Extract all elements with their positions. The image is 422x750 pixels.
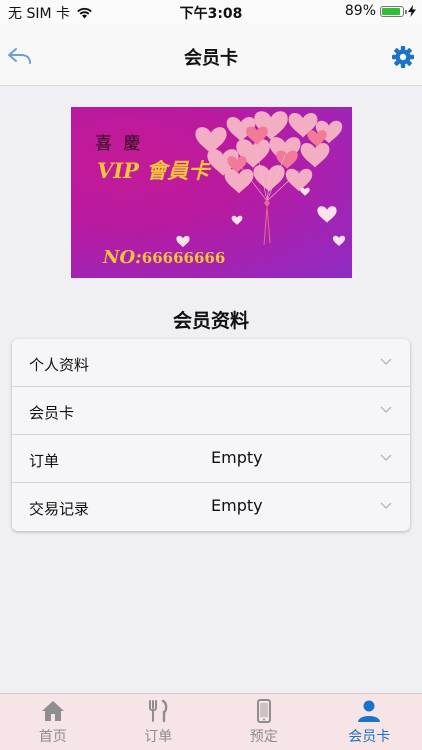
fork-knife-icon	[149, 699, 168, 723]
chevron-down-icon	[380, 502, 392, 509]
card-number: NO:66666666	[103, 247, 225, 268]
card-number-value: 66666666	[141, 249, 226, 267]
tab-reserve[interactable]: 预定	[211, 694, 317, 750]
section-title: 会员资料	[172, 310, 249, 332]
status-bar: 无 SIM 卡 下午3:08 89%	[0, 0, 422, 24]
tab-label: 会员卡	[348, 729, 391, 745]
page-title: 会员卡	[184, 48, 238, 69]
list-item-profile[interactable]: 个人资料	[12, 339, 410, 387]
list-item-member-card[interactable]: 会员卡	[12, 387, 410, 435]
charging-icon	[408, 5, 416, 17]
member-info-list: 个人资料 会员卡 订单 Empty 交易记录 Empty	[12, 339, 410, 531]
list-item-orders[interactable]: 订单 Empty	[12, 435, 410, 483]
chevron-down-icon	[380, 454, 392, 461]
row-label: 个人资料	[29, 356, 90, 374]
tab-label: 订单	[144, 729, 173, 745]
row-label: 会员卡	[29, 404, 75, 422]
tab-home[interactable]: 首页	[0, 694, 106, 750]
battery-icon	[380, 5, 407, 17]
list-item-transactions[interactable]: 交易记录 Empty	[12, 483, 410, 531]
tab-label: 首页	[38, 729, 67, 745]
card-number-prefix: NO:	[103, 247, 142, 268]
battery-fill	[382, 7, 400, 15]
phone-icon	[256, 699, 271, 723]
vip-card-image: 喜 慶 VIP 會員卡 NO:66666666	[71, 107, 352, 278]
row-label: 订单	[29, 452, 60, 470]
tab-bar: 首页 订单 预定 会员卡	[0, 693, 422, 750]
tab-orders[interactable]: 订单	[106, 694, 212, 750]
chevron-down-icon	[380, 358, 392, 365]
row-value: Empty	[211, 448, 263, 467]
row-label: 交易记录	[29, 500, 90, 518]
navigation-bar: 会员卡	[0, 24, 422, 86]
tab-label: 预定	[249, 729, 278, 745]
chevron-down-icon	[380, 406, 392, 413]
battery-area: 89%	[345, 3, 416, 19]
gear-icon[interactable]	[390, 44, 416, 70]
tab-member-card[interactable]: 会员卡	[317, 694, 422, 750]
card-greeting: 喜 慶	[95, 134, 144, 154]
battery-percent: 89%	[344, 3, 376, 19]
card-vip-title: VIP 會員卡	[97, 158, 210, 183]
user-icon	[358, 700, 381, 722]
home-icon	[41, 701, 64, 721]
row-value: Empty	[211, 496, 263, 515]
